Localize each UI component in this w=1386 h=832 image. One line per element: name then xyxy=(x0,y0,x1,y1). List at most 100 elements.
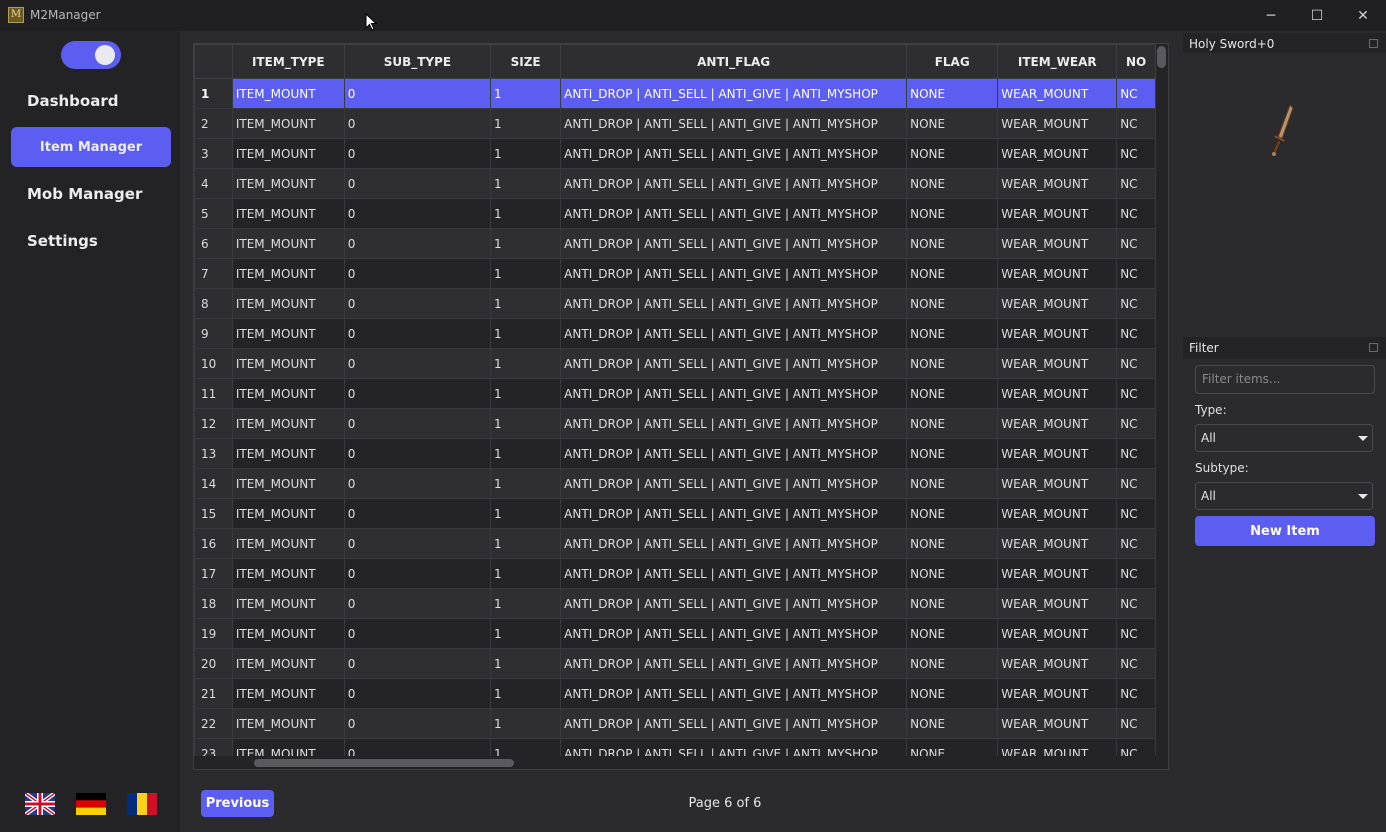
table-row[interactable]: 13 ITEM_MOUNT 0 1 ANTI_DROP | ANTI_SELL | AN… xyxy=(194,438,1156,469)
cell-size[interactable]: 1 xyxy=(490,588,562,619)
cell-next[interactable]: NC xyxy=(1116,288,1156,319)
cell-next[interactable]: NC xyxy=(1116,618,1156,649)
cell-anti-flag[interactable]: ANTI_DROP | ANTI_SELL | ANTI_GIVE | ANTI… xyxy=(560,588,908,619)
cell-next[interactable]: NC xyxy=(1116,738,1156,756)
cell-flag[interactable]: NONE xyxy=(906,108,999,139)
cell-sub-type[interactable]: 0 xyxy=(343,138,492,169)
cell-flag[interactable]: NONE xyxy=(906,498,999,529)
cell-item-wear[interactable]: WEAR_MOUNT xyxy=(997,108,1118,139)
cell-item-type[interactable]: ITEM_MOUNT xyxy=(231,618,345,649)
close-button[interactable]: ✕ xyxy=(1340,0,1386,31)
cell-next[interactable]: NC xyxy=(1116,708,1156,739)
cell-item-type[interactable]: ITEM_MOUNT xyxy=(231,558,345,589)
table-row[interactable]: 11 ITEM_MOUNT 0 1 ANTI_DROP | ANTI_SELL | AN… xyxy=(194,378,1156,409)
table-row[interactable]: 14 ITEM_MOUNT 0 1 ANTI_DROP | ANTI_SELL | AN… xyxy=(194,468,1156,499)
cell-size[interactable]: 1 xyxy=(490,288,562,319)
cell-next[interactable]: NC xyxy=(1116,108,1156,139)
cell-sub-type[interactable]: 0 xyxy=(343,708,492,739)
cell-item-wear[interactable]: WEAR_MOUNT xyxy=(997,588,1118,619)
cell-anti-flag[interactable]: ANTI_DROP | ANTI_SELL | ANTI_GIVE | ANTI… xyxy=(560,648,908,679)
cell-sub-type[interactable]: 0 xyxy=(343,348,492,379)
cell-size[interactable]: 1 xyxy=(490,408,562,439)
cell-item-wear[interactable]: WEAR_MOUNT xyxy=(997,678,1118,709)
cell-next[interactable]: NC xyxy=(1116,528,1156,559)
cell-sub-type[interactable]: 0 xyxy=(343,198,492,229)
cell-size[interactable]: 1 xyxy=(490,108,562,139)
cell-next[interactable]: NC xyxy=(1116,168,1156,199)
table-row[interactable]: 4 ITEM_MOUNT 0 1 ANTI_DROP | ANTI_SELL | ANT… xyxy=(194,168,1156,199)
cell-item-type[interactable]: ITEM_MOUNT xyxy=(231,498,345,529)
cell-item-type[interactable]: ITEM_MOUNT xyxy=(231,258,345,289)
cell-item-type[interactable]: ITEM_MOUNT xyxy=(231,318,345,349)
cell-item-type[interactable]: ITEM_MOUNT xyxy=(231,228,345,259)
column-header-sub-type[interactable]: SUB_TYPE xyxy=(343,44,492,79)
cell-next[interactable]: NC xyxy=(1116,648,1156,679)
cell-sub-type[interactable]: 0 xyxy=(343,288,492,319)
cell-size[interactable]: 1 xyxy=(490,558,562,589)
vertical-scrollbar[interactable] xyxy=(1157,46,1166,68)
row-number[interactable]: 18 xyxy=(194,588,233,619)
cell-next[interactable]: NC xyxy=(1116,468,1156,499)
row-number[interactable]: 16 xyxy=(194,528,233,559)
cell-sub-type[interactable]: 0 xyxy=(343,618,492,649)
cell-next[interactable]: NC xyxy=(1116,558,1156,589)
row-number[interactable]: 13 xyxy=(194,438,233,469)
cell-anti-flag[interactable]: ANTI_DROP | ANTI_SELL | ANTI_GIVE | ANTI… xyxy=(560,558,908,589)
row-number[interactable]: 19 xyxy=(194,618,233,649)
cell-size[interactable]: 1 xyxy=(490,378,562,409)
cell-anti-flag[interactable]: ANTI_DROP | ANTI_SELL | ANTI_GIVE | ANTI… xyxy=(560,348,908,379)
cell-item-wear[interactable]: WEAR_MOUNT xyxy=(997,378,1118,409)
germany-flag-icon[interactable] xyxy=(76,793,106,815)
cell-sub-type[interactable]: 0 xyxy=(343,678,492,709)
cell-next[interactable]: NC xyxy=(1116,678,1156,709)
subtype-select[interactable]: All xyxy=(1195,482,1373,510)
theme-toggle[interactable] xyxy=(61,41,121,69)
cell-item-wear[interactable]: WEAR_MOUNT xyxy=(997,228,1118,259)
cell-sub-type[interactable]: 0 xyxy=(343,438,492,469)
cell-item-type[interactable]: ITEM_MOUNT xyxy=(231,348,345,379)
cell-size[interactable]: 1 xyxy=(490,228,562,259)
cell-next[interactable]: NC xyxy=(1116,378,1156,409)
cell-flag[interactable]: NONE xyxy=(906,318,999,349)
row-number[interactable]: 20 xyxy=(194,648,233,679)
cell-size[interactable]: 1 xyxy=(490,528,562,559)
cell-next[interactable]: NC xyxy=(1116,258,1156,289)
cell-anti-flag[interactable]: ANTI_DROP | ANTI_SELL | ANTI_GIVE | ANTI… xyxy=(560,408,908,439)
cell-anti-flag[interactable]: ANTI_DROP | ANTI_SELL | ANTI_GIVE | ANTI… xyxy=(560,738,908,756)
sidebar-item-dashboard[interactable]: Dashboard xyxy=(11,81,171,121)
cell-size[interactable]: 1 xyxy=(490,648,562,679)
column-header-anti-flag[interactable]: ANTI_FLAG xyxy=(560,44,908,79)
cell-item-wear[interactable]: WEAR_MOUNT xyxy=(997,288,1118,319)
float-panel-icon[interactable] xyxy=(1369,39,1378,48)
cell-next[interactable]: NC xyxy=(1116,78,1156,109)
cell-anti-flag[interactable]: ANTI_DROP | ANTI_SELL | ANTI_GIVE | ANTI… xyxy=(560,318,908,349)
cell-item-wear[interactable]: WEAR_MOUNT xyxy=(997,708,1118,739)
cell-flag[interactable]: NONE xyxy=(906,258,999,289)
table-row[interactable]: 2 ITEM_MOUNT 0 1 ANTI_DROP | ANTI_SELL | ANT… xyxy=(194,108,1156,139)
cell-flag[interactable]: NONE xyxy=(906,708,999,739)
table-row[interactable]: 3 ITEM_MOUNT 0 1 ANTI_DROP | ANTI_SELL | ANT… xyxy=(194,138,1156,169)
cell-sub-type[interactable]: 0 xyxy=(343,378,492,409)
cell-flag[interactable]: NONE xyxy=(906,78,999,109)
cell-sub-type[interactable]: 0 xyxy=(343,738,492,756)
cell-item-wear[interactable]: WEAR_MOUNT xyxy=(997,198,1118,229)
cell-anti-flag[interactable]: ANTI_DROP | ANTI_SELL | ANTI_GIVE | ANTI… xyxy=(560,438,908,469)
column-header-next[interactable]: NO xyxy=(1116,44,1156,79)
cell-item-wear[interactable]: WEAR_MOUNT xyxy=(997,348,1118,379)
cell-next[interactable]: NC xyxy=(1116,408,1156,439)
row-number[interactable]: 22 xyxy=(194,708,233,739)
cell-item-wear[interactable]: WEAR_MOUNT xyxy=(997,258,1118,289)
column-header-item-wear[interactable]: ITEM_WEAR xyxy=(997,44,1118,79)
row-number[interactable]: 7 xyxy=(194,258,233,289)
cell-anti-flag[interactable]: ANTI_DROP | ANTI_SELL | ANTI_GIVE | ANTI… xyxy=(560,378,908,409)
table-row[interactable]: 8 ITEM_MOUNT 0 1 ANTI_DROP | ANTI_SELL | ANT… xyxy=(194,288,1156,319)
cell-flag[interactable]: NONE xyxy=(906,588,999,619)
table-corner[interactable] xyxy=(194,44,233,79)
cell-next[interactable]: NC xyxy=(1116,498,1156,529)
row-number[interactable]: 3 xyxy=(194,138,233,169)
cell-item-type[interactable]: ITEM_MOUNT xyxy=(231,708,345,739)
cell-item-wear[interactable]: WEAR_MOUNT xyxy=(997,138,1118,169)
uk-flag-icon[interactable] xyxy=(25,793,55,815)
previous-page-button[interactable]: Previous xyxy=(201,790,274,817)
cell-anti-flag[interactable]: ANTI_DROP | ANTI_SELL | ANTI_GIVE | ANTI… xyxy=(560,498,908,529)
